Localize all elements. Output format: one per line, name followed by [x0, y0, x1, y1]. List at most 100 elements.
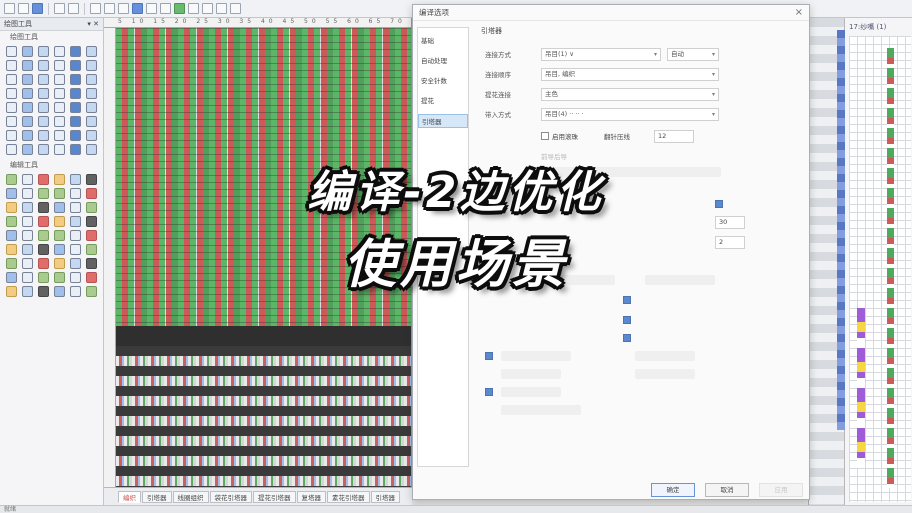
close-icon[interactable]: ×	[795, 5, 803, 21]
tool-icon[interactable]	[86, 202, 97, 213]
tool-icon[interactable]	[6, 174, 17, 185]
tool-icon[interactable]	[38, 258, 49, 269]
tool-icon[interactable]	[22, 116, 33, 127]
tool-icon[interactable]	[6, 286, 17, 297]
option-checkbox[interactable]	[623, 334, 631, 342]
tool-icon[interactable]	[6, 60, 17, 71]
new-file-icon[interactable]	[4, 3, 15, 14]
tool-icon[interactable]	[54, 258, 65, 269]
tool-icon[interactable]	[38, 60, 49, 71]
tool-icon[interactable]	[38, 102, 49, 113]
tool-icon[interactable]	[86, 286, 97, 297]
tool-icon[interactable]	[86, 46, 97, 57]
tool-icon[interactable]	[70, 188, 81, 199]
select-icon[interactable]	[146, 3, 157, 14]
print-icon[interactable]	[230, 3, 241, 14]
settings-icon[interactable]	[202, 3, 213, 14]
tab-2[interactable]: 线圈组织	[172, 490, 209, 503]
tool-icon[interactable]	[70, 216, 81, 227]
enable-checkbox[interactable]	[541, 132, 549, 140]
connect-mode-select[interactable]: 自动 ▾	[667, 47, 719, 61]
tool-icon[interactable]	[22, 258, 33, 269]
tool-icon[interactable]	[86, 74, 97, 85]
tool-icon[interactable]	[54, 74, 65, 85]
tool-icon[interactable]	[38, 230, 49, 241]
knit-grid-upper[interactable]	[116, 28, 411, 326]
tool-icon[interactable]	[54, 144, 65, 155]
tool-icon[interactable]	[6, 216, 17, 227]
tool-icon[interactable]	[86, 188, 97, 199]
tool-icon[interactable]	[22, 130, 33, 141]
layers-icon[interactable]	[216, 3, 227, 14]
tool-icon[interactable]	[70, 46, 81, 57]
nav-item-auto[interactable]: 自动处理	[418, 54, 468, 68]
tool-icon[interactable]	[54, 286, 65, 297]
tab-7[interactable]: 引塔器	[370, 490, 400, 503]
tool-icon[interactable]	[6, 188, 17, 199]
tool-icon[interactable]	[70, 174, 81, 185]
compile-icon[interactable]	[174, 3, 185, 14]
panel-pin-icon[interactable]: ▾ ✕	[87, 18, 99, 30]
tool-icon[interactable]	[38, 130, 49, 141]
tool-icon[interactable]	[54, 102, 65, 113]
tool-icon[interactable]	[70, 144, 81, 155]
tool-icon[interactable]	[22, 188, 33, 199]
tool-icon[interactable]	[70, 244, 81, 255]
tool-icon[interactable]	[38, 286, 49, 297]
edit-tools-header[interactable]: 编辑工具	[0, 159, 103, 171]
tool-icon[interactable]	[6, 230, 17, 241]
tool-icon[interactable]	[86, 216, 97, 227]
press-line-input[interactable]: 12	[654, 129, 694, 143]
undo-icon[interactable]	[54, 3, 65, 14]
tool-icon[interactable]	[6, 130, 17, 141]
connect-order-select[interactable]: 吊目, 编织 ▾	[541, 67, 719, 81]
tool-icon[interactable]	[22, 60, 33, 71]
tool-icon[interactable]	[54, 46, 65, 57]
tool-icon[interactable]	[54, 216, 65, 227]
tool-icon[interactable]	[70, 272, 81, 283]
pattern-canvas[interactable]: 5 10 15 20 25 30 35 40 45 50 55 60 65 70…	[104, 18, 412, 487]
option-checkbox[interactable]	[485, 388, 493, 396]
tool-icon[interactable]	[86, 130, 97, 141]
tool-icon[interactable]	[22, 216, 33, 227]
tool-icon[interactable]	[22, 230, 33, 241]
tool-icon[interactable]	[70, 60, 81, 71]
nav-item-basic[interactable]: 基础	[418, 34, 468, 48]
tool-icon[interactable]	[54, 88, 65, 99]
tool-icon[interactable]	[54, 272, 65, 283]
tool-icon[interactable]	[70, 116, 81, 127]
tool-icon[interactable]	[6, 102, 17, 113]
open-file-icon[interactable]	[18, 3, 29, 14]
tool-icon[interactable]	[6, 144, 17, 155]
tool-icon[interactable]	[38, 202, 49, 213]
tool-icon[interactable]	[86, 258, 97, 269]
tool-icon[interactable]	[22, 144, 33, 155]
tool-icon[interactable]	[54, 60, 65, 71]
ok-button[interactable]: 确定	[651, 483, 695, 497]
knit-grid-lower[interactable]	[116, 346, 411, 486]
save-icon[interactable]	[32, 3, 43, 14]
tool-icon[interactable]	[22, 244, 33, 255]
cancel-button[interactable]: 取消	[705, 483, 749, 497]
zoom-icon[interactable]	[160, 3, 171, 14]
tool-icon[interactable]	[38, 174, 49, 185]
nav-item-jacquard[interactable]: 提花	[418, 94, 468, 108]
tool-icon[interactable]	[70, 88, 81, 99]
tool-icon[interactable]	[70, 130, 81, 141]
tool-icon[interactable]	[38, 88, 49, 99]
tool-icon[interactable]	[6, 116, 17, 127]
tool-icon[interactable]	[38, 272, 49, 283]
grid-icon[interactable]	[132, 3, 143, 14]
tool-icon[interactable]	[6, 46, 17, 57]
cut-icon[interactable]	[90, 3, 101, 14]
jacquard-connect-select[interactable]: 主色 ▾	[541, 87, 719, 101]
redo-icon[interactable]	[68, 3, 79, 14]
tool-icon[interactable]	[86, 102, 97, 113]
tool-icon[interactable]	[86, 88, 97, 99]
tool-icon[interactable]	[6, 272, 17, 283]
simulate-icon[interactable]	[188, 3, 199, 14]
tool-icon[interactable]	[22, 174, 33, 185]
option-checkbox[interactable]	[623, 296, 631, 304]
tool-icon[interactable]	[22, 46, 33, 57]
tool-icon[interactable]	[70, 202, 81, 213]
